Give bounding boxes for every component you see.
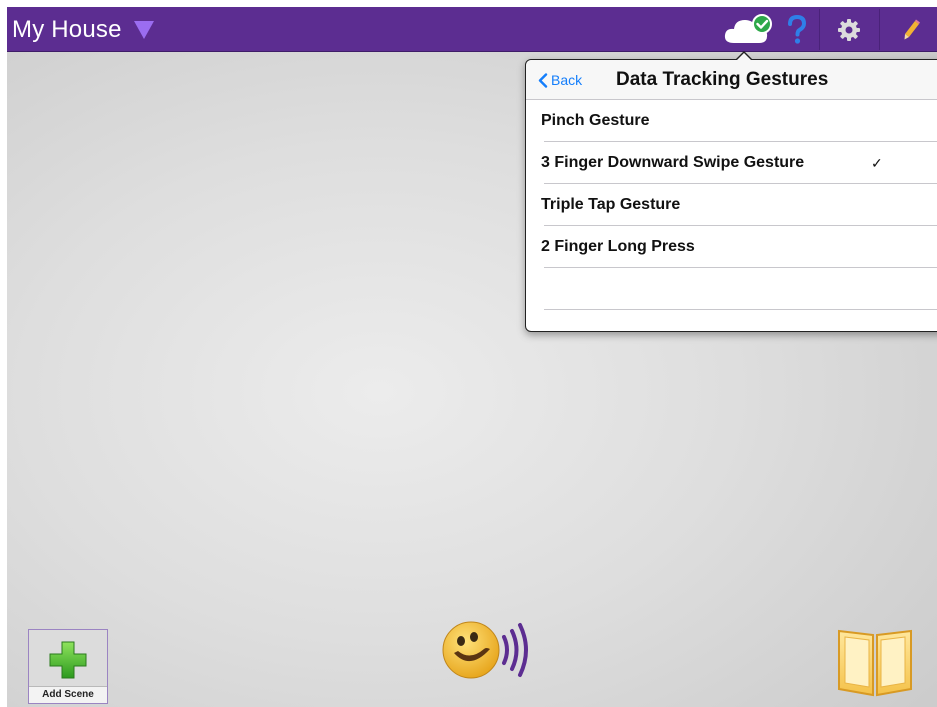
toolbar-divider — [819, 9, 820, 50]
cloud-sync-icon — [724, 13, 772, 43]
help-icon — [788, 14, 807, 44]
gesture-label: Triple Tap Gesture — [541, 196, 681, 213]
scene-title-dropdown[interactable]: My House — [12, 15, 154, 45]
edit-button[interactable] — [897, 7, 927, 52]
popover-arrow — [735, 51, 753, 60]
book-icon — [838, 629, 912, 697]
dropdown-triangle-icon — [133, 21, 154, 39]
gesture-option-triple-tap[interactable]: Triple Tap Gesture — [526, 184, 937, 226]
gesture-label: 3 Finger Downward Swipe Gesture — [541, 154, 805, 171]
gear-icon — [838, 18, 860, 41]
app-window: My House Back Data Tracking Gestures Pin… — [7, 7, 937, 707]
add-scene-label: Add Scene — [29, 686, 107, 703]
pencil-icon — [904, 19, 920, 39]
add-scene-button[interactable]: Add Scene — [28, 629, 108, 704]
gesture-option-empty[interactable] — [526, 268, 937, 310]
back-button[interactable]: Back — [538, 60, 582, 100]
add-plus-icon — [49, 641, 87, 679]
scene-title: My House — [12, 16, 122, 43]
speak-button[interactable] — [440, 613, 550, 688]
gesture-option-3-finger-swipe[interactable]: 3 Finger Downward Swipe Gesture ✓ — [526, 142, 937, 184]
gesture-popover: Back Data Tracking Gestures Pinch Gestur… — [525, 51, 937, 332]
toolbar-divider — [879, 9, 880, 50]
book-button[interactable] — [837, 625, 913, 702]
checkmark-icon: ✓ — [871, 155, 883, 171]
settings-button[interactable] — [829, 7, 869, 52]
popover-header: Back Data Tracking Gestures — [526, 60, 937, 100]
gesture-option-pinch[interactable]: Pinch Gesture — [526, 100, 937, 142]
top-toolbar: My House — [7, 7, 937, 52]
gesture-list: Pinch Gesture 3 Finger Downward Swipe Ge… — [526, 100, 937, 310]
cloud-sync-button[interactable] — [720, 7, 778, 52]
gesture-option-2-finger-long-press[interactable]: 2 Finger Long Press — [526, 226, 937, 268]
gesture-label: 2 Finger Long Press — [541, 238, 695, 255]
help-button[interactable] — [779, 7, 815, 52]
chevron-left-icon — [538, 72, 548, 88]
back-label: Back — [551, 72, 583, 88]
speaking-smiley-icon — [442, 621, 528, 679]
popover-title: Data Tracking Gestures — [616, 69, 829, 90]
gesture-label: Pinch Gesture — [541, 112, 650, 129]
